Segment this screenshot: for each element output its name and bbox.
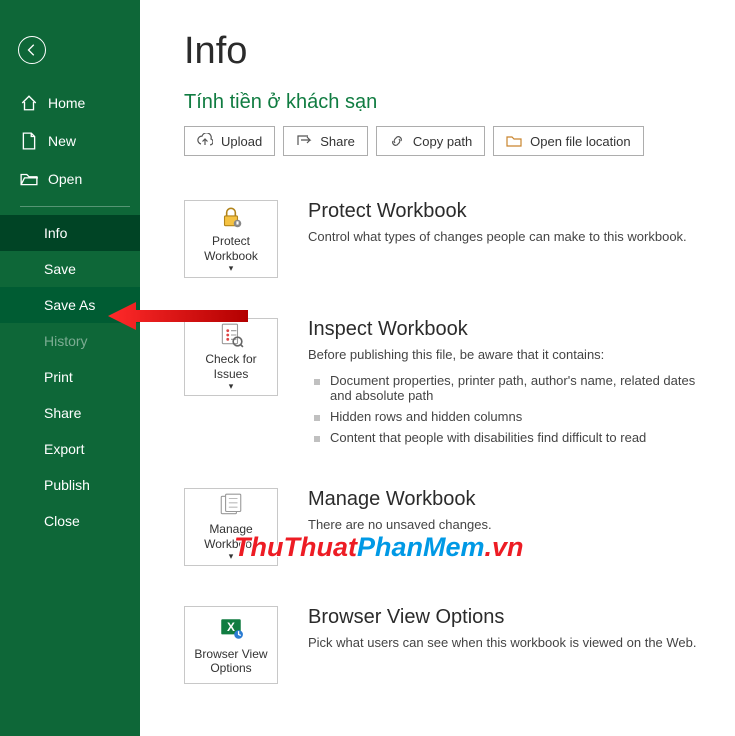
inspect-section: Check for Issues▾ Inspect Workbook Befor… [184,318,715,448]
inspect-item: Document properties, printer path, autho… [308,370,715,406]
nav-open[interactable]: Open [0,160,140,198]
share-icon [296,133,312,149]
inspect-icon [218,322,244,348]
nav-close-label: Close [44,513,80,529]
upload-icon [197,133,213,149]
action-row: Upload Share Copy path Open file locatio… [184,126,715,156]
nav-info-label: Info [44,225,67,241]
browser-view-tile[interactable]: X Browser View Options [184,606,278,684]
nav-share-label: Share [44,405,81,421]
manage-icon [218,492,244,518]
protect-tile-label: Protect Workbook [189,234,273,263]
browser-tile-label: Browser View Options [189,647,273,676]
share-button[interactable]: Share [283,126,368,156]
nav-info[interactable]: Info [0,215,140,251]
inspect-title: Inspect Workbook [308,318,715,341]
browser-section: X Browser View Options Browser View Opti… [184,606,715,684]
browser-title: Browser View Options [308,606,715,629]
nav-bottom-group: Info Save Save As History Print Share Ex… [0,215,140,539]
protect-section: Protect Workbook▾ Protect Workbook Contr… [184,200,715,278]
back-arrow-icon [25,43,39,57]
manage-workbook-tile[interactable]: Manage Workbook▾ [184,488,278,566]
svg-text:X: X [227,620,235,634]
folder-icon [506,133,522,149]
check-issues-label: Check for Issues [189,352,273,381]
open-icon [20,170,38,188]
browser-icon: X [218,615,244,643]
nav-save-as-label: Save As [44,297,95,313]
nav-save-as[interactable]: Save As [0,287,140,323]
nav-home[interactable]: Home [0,84,140,122]
nav-print[interactable]: Print [0,359,140,395]
manage-tile-label: Manage Workbook [189,522,273,551]
back-button[interactable] [18,36,46,64]
manage-desc: There are no unsaved changes. [308,517,715,532]
browser-desc: Pick what users can see when this workbo… [308,635,715,650]
nav-history: History [0,323,140,359]
share-label: Share [320,134,355,149]
protect-desc: Control what types of changes people can… [308,229,715,244]
main-panel: Info Tính tiền ở khách sạn Upload Share … [140,0,735,736]
protect-title: Protect Workbook [308,200,715,223]
nav-print-label: Print [44,369,73,385]
nav-export[interactable]: Export [0,431,140,467]
nav-export-label: Export [44,441,84,457]
inspect-item: Content that people with disabilities fi… [308,427,715,448]
protect-workbook-tile[interactable]: Protect Workbook▾ [184,200,278,278]
upload-label: Upload [221,134,262,149]
inspect-list: Document properties, printer path, autho… [308,370,715,448]
lock-icon [218,204,244,230]
nav-save[interactable]: Save [0,251,140,287]
nav-new[interactable]: New [0,122,140,160]
nav-publish-label: Publish [44,477,90,493]
backstage-sidebar: Home New Open Info Save Save As History … [0,0,140,736]
manage-section: Manage Workbook▾ Manage Workbook There a… [184,488,715,566]
manage-title: Manage Workbook [308,488,715,511]
nav-save-label: Save [44,261,76,277]
upload-button[interactable]: Upload [184,126,275,156]
open-file-location-button[interactable]: Open file location [493,126,643,156]
nav-open-label: Open [48,171,82,187]
nav-share[interactable]: Share [0,395,140,431]
new-icon [20,132,38,150]
nav-new-label: New [48,133,76,149]
nav-divider [20,206,130,207]
copy-path-button[interactable]: Copy path [376,126,485,156]
open-file-location-label: Open file location [530,134,630,149]
nav-close[interactable]: Close [0,503,140,539]
nav-publish[interactable]: Publish [0,467,140,503]
link-icon [389,133,405,149]
document-name: Tính tiền ở khách sạn [184,91,715,114]
copy-path-label: Copy path [413,134,472,149]
inspect-item: Hidden rows and hidden columns [308,406,715,427]
nav-home-label: Home [48,95,85,111]
nav-top-group: Home New Open [0,84,140,198]
check-issues-tile[interactable]: Check for Issues▾ [184,318,278,396]
page-title: Info [184,30,715,73]
nav-history-label: History [44,333,88,349]
home-icon [20,94,38,112]
inspect-desc: Before publishing this file, be aware th… [308,347,715,362]
